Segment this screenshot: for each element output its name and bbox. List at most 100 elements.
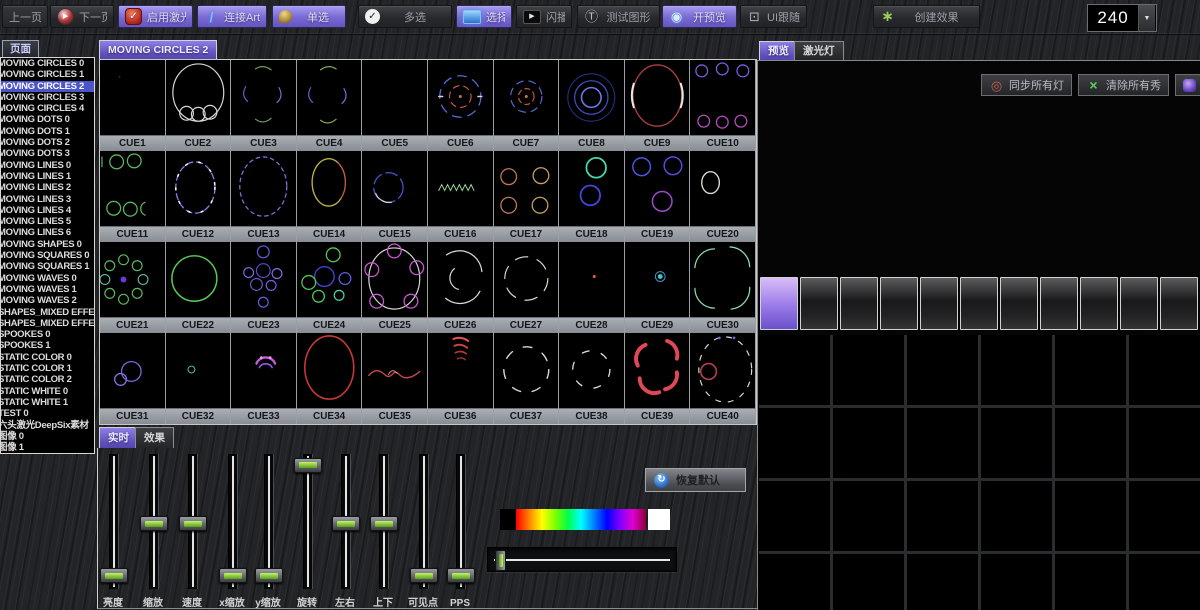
matrix-cell[interactable]	[833, 408, 904, 478]
sidebar-item[interactable]: MOVING LINES 0	[0, 160, 94, 171]
matrix-cell[interactable]	[833, 335, 904, 405]
fixture-cell[interactable]	[1040, 277, 1078, 330]
sidebar-item[interactable]: MOVING LINES 6	[0, 227, 94, 238]
toolbar-button-7[interactable]: 选择	[456, 5, 512, 28]
sidebar-item[interactable]: 六头激光DeepSix素材	[0, 420, 94, 431]
matrix-cell[interactable]	[833, 554, 904, 610]
sidebar-item[interactable]: SPOOKES 0	[0, 329, 94, 340]
cue-item[interactable]: CUE1	[100, 60, 166, 151]
matrix-cell[interactable]	[907, 335, 978, 405]
restore-default-button[interactable]: ↻ 恢复默认	[645, 468, 746, 492]
sidebar-item[interactable]: STATIC COLOR 2	[0, 374, 94, 385]
cue-item[interactable]: CUE40	[690, 333, 756, 424]
slider-handle[interactable]	[410, 568, 438, 583]
cue-item[interactable]: CUE24	[297, 242, 363, 333]
matrix-cell[interactable]	[1055, 408, 1126, 478]
color-slider-handle[interactable]	[495, 550, 506, 571]
matrix-cell[interactable]	[759, 408, 830, 478]
matrix-cell[interactable]	[907, 408, 978, 478]
sidebar-item[interactable]: SHAPES_MIXED EFFEC	[0, 307, 94, 318]
fixture-cell[interactable]	[1080, 277, 1118, 330]
sidebar-item[interactable]: MOVING LINES 3	[0, 194, 94, 205]
cue-item[interactable]: CUE9	[625, 60, 691, 151]
color-spectrum-bar[interactable]	[500, 509, 670, 530]
tab-laser-fixture[interactable]: 激光灯	[794, 41, 844, 60]
cue-item[interactable]: CUE21	[100, 242, 166, 333]
sidebar-item[interactable]: MOVING LINES 5	[0, 216, 94, 227]
matrix-cell[interactable]	[981, 554, 1052, 610]
cue-item[interactable]: CUE28	[559, 242, 625, 333]
toolbar-button-10[interactable]: ◉开预览	[662, 5, 737, 28]
toolbar-button-3[interactable]: ✓启用激光	[118, 5, 193, 28]
slider-handle[interactable]	[100, 568, 128, 583]
cue-item[interactable]: CUE29	[625, 242, 691, 333]
sidebar-item[interactable]: STATIC WHITE 1	[0, 397, 94, 408]
fixture-cell[interactable]	[840, 277, 878, 330]
sidebar-item[interactable]: MOVING SQUARES 1	[0, 261, 94, 272]
cue-item[interactable]: CUE12	[166, 151, 232, 242]
fixture-cell[interactable]	[800, 277, 838, 330]
sidebar-item[interactable]: SHAPES_MIXED EFFEC	[0, 318, 94, 329]
matrix-cell[interactable]	[981, 335, 1052, 405]
sidebar-item[interactable]: TEST 0	[0, 408, 94, 419]
matrix-cell[interactable]	[1129, 408, 1200, 478]
cue-item[interactable]: CUE16	[428, 151, 494, 242]
cue-item[interactable]: CUE32	[166, 333, 232, 424]
cue-item[interactable]: CUE33	[231, 333, 297, 424]
matrix-cell[interactable]	[907, 554, 978, 610]
sidebar-item[interactable]: MOVING LINES 1	[0, 171, 94, 182]
cue-item[interactable]: CUE2	[166, 60, 232, 151]
cue-item[interactable]: CUE27	[494, 242, 560, 333]
fixture-cell[interactable]	[880, 277, 918, 330]
tab-preview[interactable]: 预览	[759, 41, 798, 60]
cue-item[interactable]: CUE7	[494, 60, 560, 151]
tab-moving-circles-2[interactable]: MOVING CIRCLES 2	[99, 40, 217, 59]
sidebar-item[interactable]: SPOOKES 1	[0, 340, 94, 351]
slider-handle[interactable]	[294, 458, 322, 473]
cue-item[interactable]: CUE6	[428, 60, 494, 151]
cue-item[interactable]: CUE4	[297, 60, 363, 151]
clear-all-shows-button[interactable]: ×清除所有秀	[1078, 74, 1169, 96]
cue-item[interactable]: CUE17	[494, 151, 560, 242]
cue-item[interactable]: CUE35	[362, 333, 428, 424]
sidebar-item[interactable]: STATIC COLOR 1	[0, 363, 94, 374]
cue-item[interactable]: CUE14	[297, 151, 363, 242]
fixture-cell[interactable]	[1160, 277, 1198, 330]
sidebar-item[interactable]: MOVING WAVES 1	[0, 284, 94, 295]
toolbar-button-12[interactable]: ∗创建效果	[873, 5, 980, 28]
toolbar-button-5[interactable]: 单选	[272, 5, 346, 28]
sidebar-item[interactable]: MOVING CIRCLES 0	[0, 58, 94, 69]
color-position-slider[interactable]	[487, 547, 677, 572]
toolbar-button-8[interactable]: ▶闪播	[516, 5, 572, 28]
matrix-cell[interactable]	[1129, 554, 1200, 610]
sidebar-item[interactable]: MOVING SHAPES 0	[0, 239, 94, 250]
cue-item[interactable]: CUE22	[166, 242, 232, 333]
cue-item[interactable]: CUE18	[559, 151, 625, 242]
cue-item[interactable]: CUE3	[231, 60, 297, 151]
slider-handle[interactable]	[179, 516, 207, 531]
fixture-cell[interactable]	[1000, 277, 1038, 330]
toolbar-button-4[interactable]: /连接Artnet	[197, 5, 267, 28]
cue-item[interactable]: CUE19	[625, 151, 691, 242]
cue-item[interactable]: CUE26	[428, 242, 494, 333]
slider-handle[interactable]	[447, 568, 475, 583]
matrix-cell[interactable]	[907, 481, 978, 551]
sidebar-item[interactable]: MOVING LINES 2	[0, 182, 94, 193]
matrix-cell[interactable]	[1129, 481, 1200, 551]
cue-item[interactable]: CUE20	[690, 151, 756, 242]
slider-handle[interactable]	[255, 568, 283, 583]
matrix-cell[interactable]	[759, 481, 830, 551]
sidebar-item[interactable]: MOVING WAVES 2	[0, 295, 94, 306]
sync-all-lights-button[interactable]: ◎同步所有灯	[981, 74, 1072, 96]
sidebar-item[interactable]: 图像 0	[0, 431, 94, 442]
matrix-cell[interactable]	[981, 408, 1052, 478]
sidebar-item[interactable]: MOVING DOTS 3	[0, 148, 94, 159]
sidebar-item[interactable]: MOVING CIRCLES 4	[0, 103, 94, 114]
cue-item[interactable]: CUE31	[100, 333, 166, 424]
sidebar-item[interactable]: MOVING SQUARES 0	[0, 250, 94, 261]
matrix-cell[interactable]	[1129, 335, 1200, 405]
slider-handle[interactable]	[332, 516, 360, 531]
fixture-cell[interactable]	[760, 277, 798, 330]
color-slider-track[interactable]	[494, 559, 670, 561]
slider-handle[interactable]	[370, 516, 398, 531]
